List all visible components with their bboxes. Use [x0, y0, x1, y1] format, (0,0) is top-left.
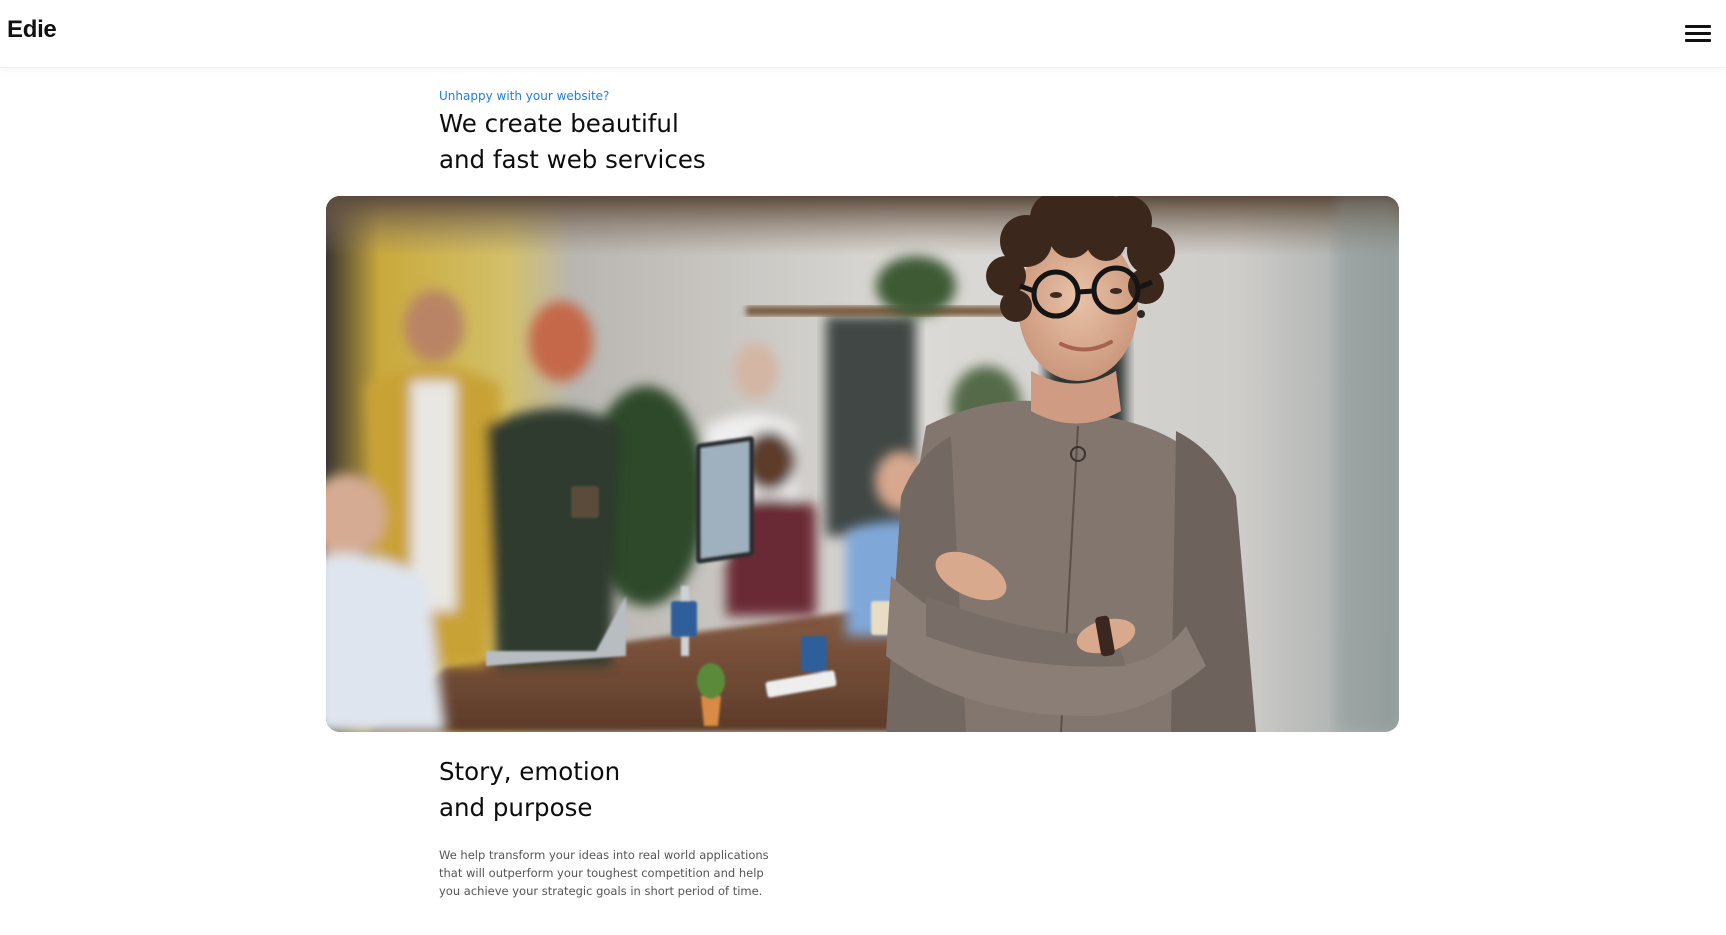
story-body-line: you achieve your strategic goals in shor… — [439, 884, 763, 898]
top-navigation-bar: Edie — [0, 0, 1726, 68]
story-title-line: and purpose — [439, 793, 593, 822]
hero-title-line: and fast web services — [439, 145, 706, 174]
story-title-line: Story, emotion — [439, 757, 621, 786]
hamburger-menu-icon[interactable] — [1683, 22, 1715, 46]
hero-team-photo — [326, 196, 1399, 732]
menu-line — [1685, 25, 1711, 28]
hero-eyebrow: Unhappy with your website? — [439, 89, 610, 103]
menu-line — [1685, 32, 1711, 35]
story-body-line: that will outperform your toughest compe… — [439, 866, 764, 880]
story-body-text: We help transform your ideas into real w… — [439, 846, 809, 900]
story-body-line: We help transform your ideas into real w… — [439, 848, 769, 862]
hero-title-line: We create beautiful — [439, 109, 679, 138]
menu-line — [1685, 39, 1711, 42]
story-title: Story, emotion and purpose — [439, 754, 620, 826]
hero-title: We create beautiful and fast web service… — [439, 106, 959, 178]
brand-logo-link[interactable]: Edie — [7, 16, 57, 44]
